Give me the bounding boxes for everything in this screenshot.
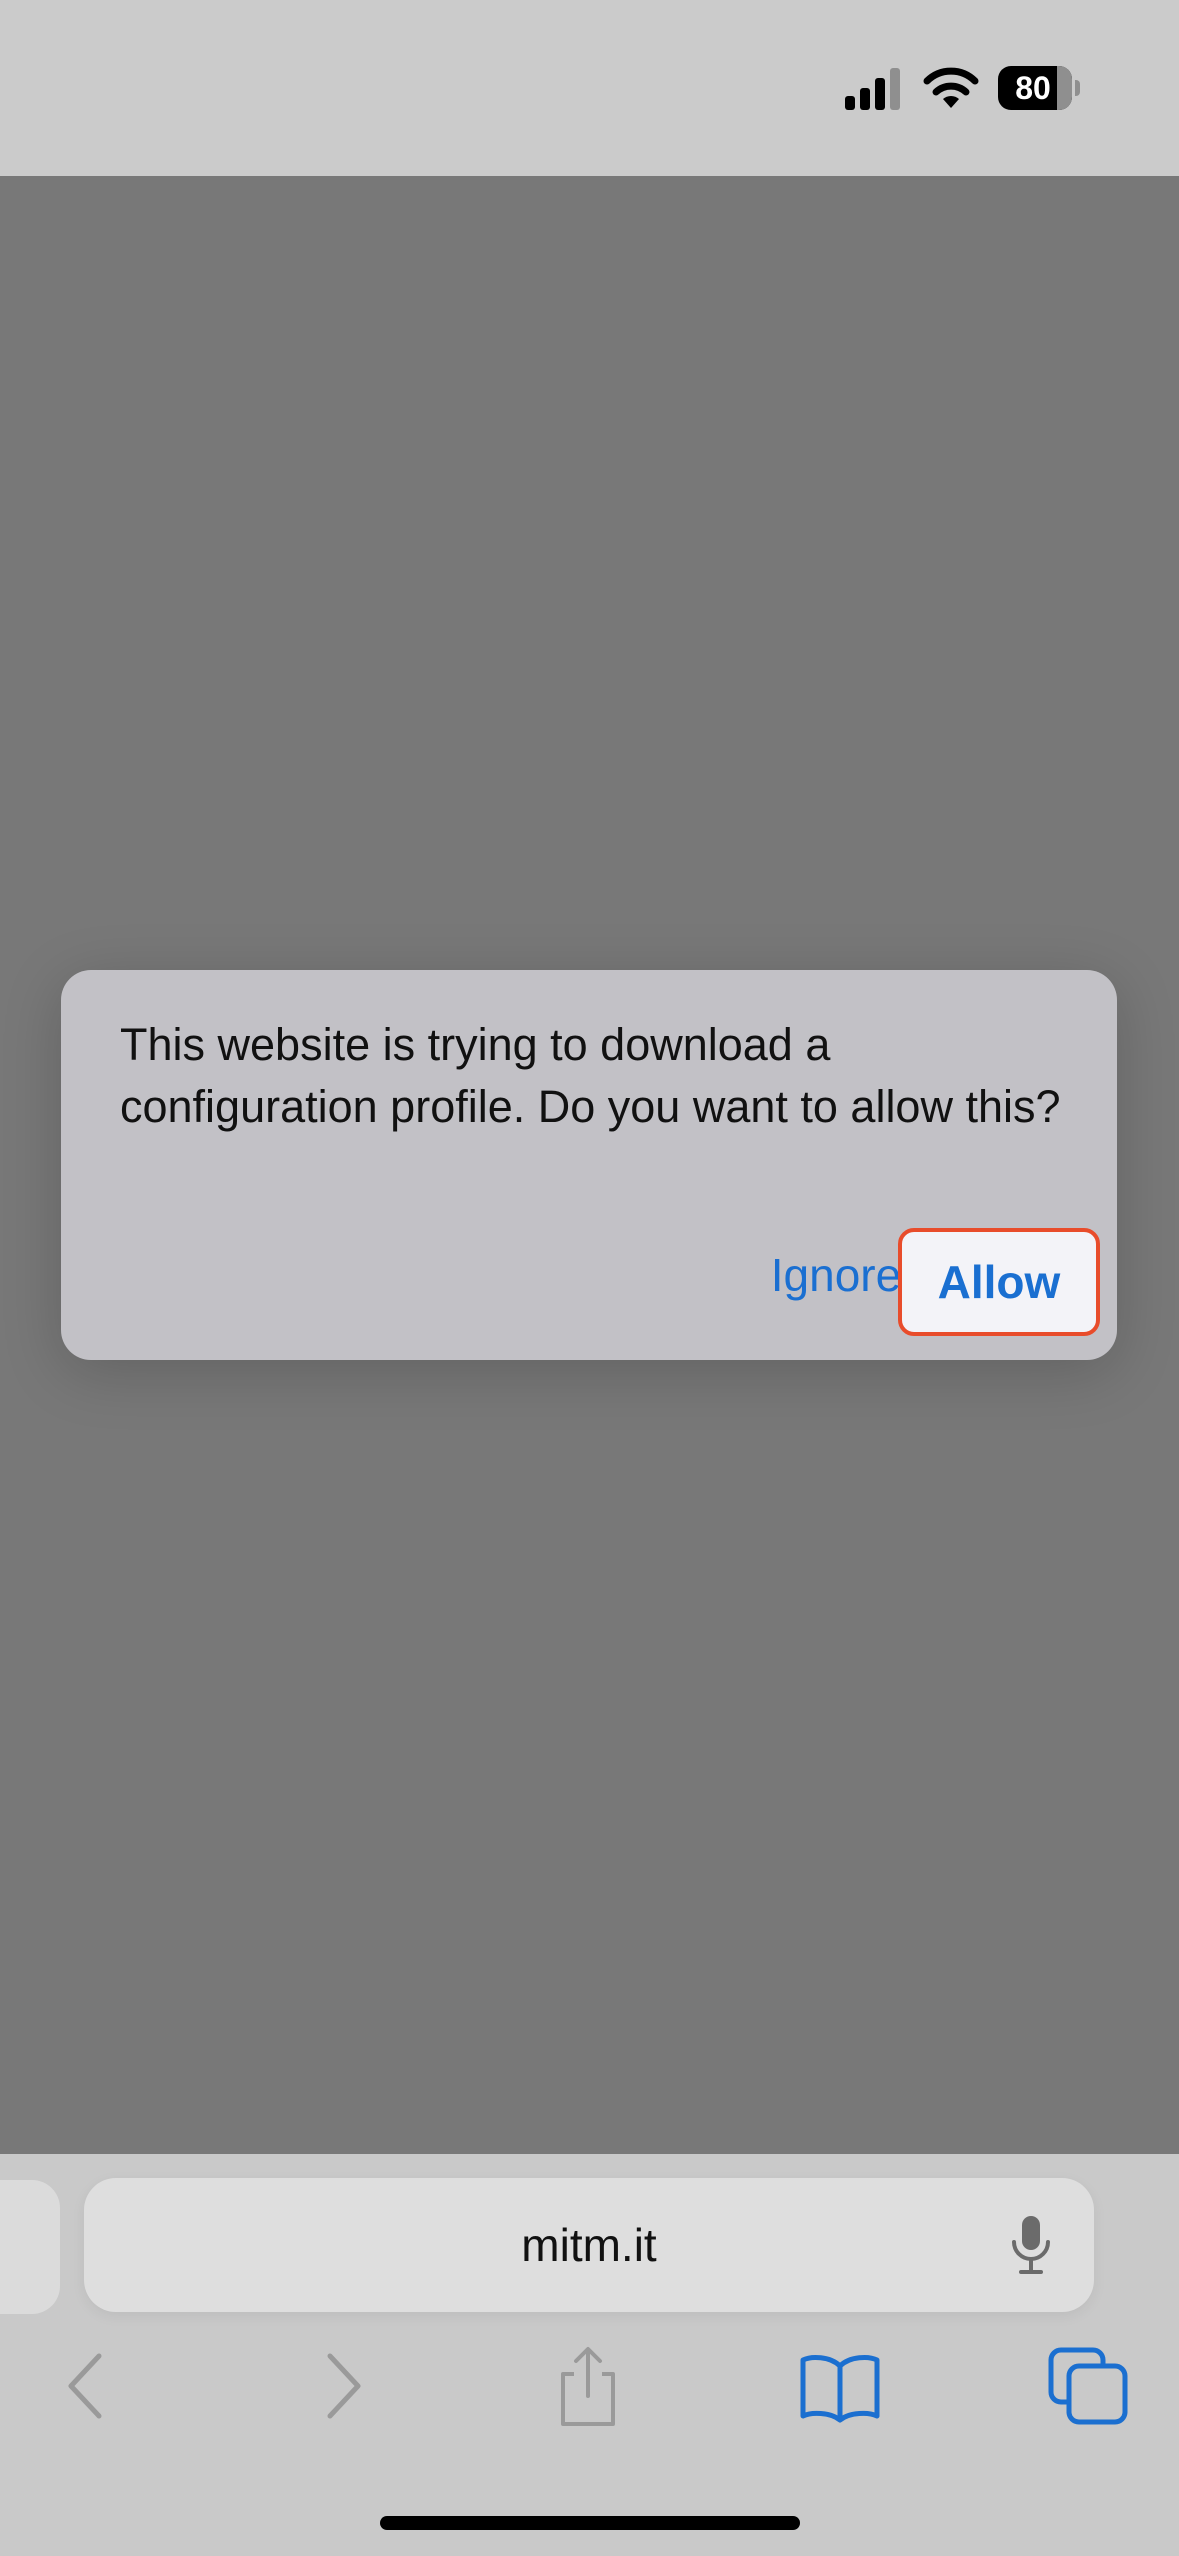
forward-button[interactable] <box>296 2346 386 2426</box>
status-bar: 80 <box>0 0 1179 176</box>
bookmarks-icon <box>800 2355 880 2423</box>
address-url: mitm.it <box>521 2219 657 2271</box>
configuration-profile-alert: This website is trying to download a con… <box>61 970 1117 1360</box>
bookmarks-button[interactable] <box>795 2346 885 2426</box>
previous-tab-edge[interactable] <box>0 2180 60 2314</box>
allow-button[interactable]: Allow <box>898 1228 1100 1336</box>
battery-body: 80 <box>998 66 1072 110</box>
share-icon <box>561 2347 615 2426</box>
microphone-icon[interactable] <box>1006 2214 1056 2278</box>
back-icon <box>68 2353 102 2419</box>
wifi-icon <box>923 67 979 108</box>
home-indicator[interactable] <box>380 2516 800 2530</box>
tabs-icon <box>1048 2347 1128 2425</box>
alert-message: This website is trying to download a con… <box>120 1019 1061 1132</box>
back-button[interactable] <box>43 2346 133 2426</box>
share-button[interactable] <box>543 2346 633 2426</box>
battery-tip <box>1075 80 1080 96</box>
tabs-button[interactable] <box>1045 2346 1135 2426</box>
battery-indicator: 80 <box>998 66 1080 110</box>
cellular-signal-icon <box>845 68 900 110</box>
address-bar[interactable]: mitm.it <box>84 2178 1094 2312</box>
battery-level: 80 <box>1015 70 1051 106</box>
forward-icon <box>327 2353 361 2419</box>
